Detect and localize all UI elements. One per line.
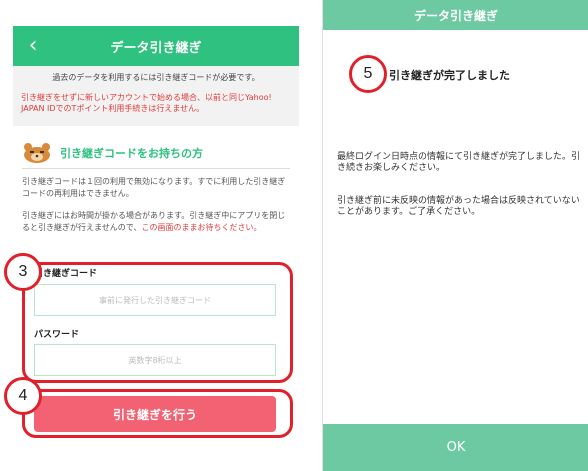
left-header-title: データ引き継ぎ (110, 40, 202, 56)
wait-note-warning: この画面のままお待ちください。 (141, 223, 262, 232)
info-warning-text: 引き継ぎをせずに新しいアカウントで始める場合、以前と同じYahoo! JAPAN… (21, 93, 272, 113)
divider (22, 168, 290, 169)
password-input[interactable] (34, 344, 276, 376)
left-header-bar: ‹ データ引き継ぎ (13, 26, 299, 66)
ok-button[interactable]: OK (323, 424, 588, 471)
holder-heading-label: 引き継ぎコードをお持ちの方 (60, 147, 203, 160)
chevron-left-icon[interactable]: ‹ (21, 33, 45, 59)
right-header-title: データ引き継ぎ (413, 8, 498, 23)
transfer-button[interactable]: 引き継ぎを行う (34, 396, 276, 432)
info-required-text: 過去のデータを利用するには引き継ぎコードが必要です。 (52, 73, 260, 82)
complete-message: 最終ログイン日時点の情報にて引き継ぎが完了しました。引き続きお楽しみください。 (337, 152, 581, 173)
complete-title: 引き継ぎが完了しました (389, 69, 510, 82)
step-badge-4: 4 (4, 377, 42, 415)
right-screen: データ引き継ぎ 5 引き継ぎが完了しました 最終ログイン日時点の情報にて引き継ぎ… (322, 0, 588, 471)
bear-icon (24, 143, 50, 163)
step-badge-5: 5 (349, 55, 387, 93)
left-screen: ‹ データ引き継ぎ 過去のデータを利用するには引き継ぎコードが必要です。 引き継… (0, 0, 310, 471)
unreflected-message: 引き継ぎ前に未反映の情報があった場合は反映されていないことがあります。ご了承くだ… (337, 196, 580, 217)
reuse-note: 引き継ぎコードは１回の利用で無効になります。すでに利用した引き継ぎコードの再利用… (22, 177, 286, 198)
code-label: 引き継ぎコード (34, 269, 98, 279)
wait-note: 引き継ぎにはお時間が掛かる場合があります。引き継ぎ中にアプリを閉じると引き継ぎが… (22, 210, 290, 234)
right-header-bar: データ引き継ぎ (323, 0, 588, 30)
password-label: パスワード (34, 330, 80, 340)
code-input[interactable] (34, 284, 276, 316)
holder-heading: 引き継ぎコードをお持ちの方 (22, 140, 292, 166)
info-box: 過去のデータを利用するには引き継ぎコードが必要です。 引き継ぎをせずに新しいアカ… (13, 66, 299, 126)
step-badge-3: 3 (4, 253, 42, 291)
